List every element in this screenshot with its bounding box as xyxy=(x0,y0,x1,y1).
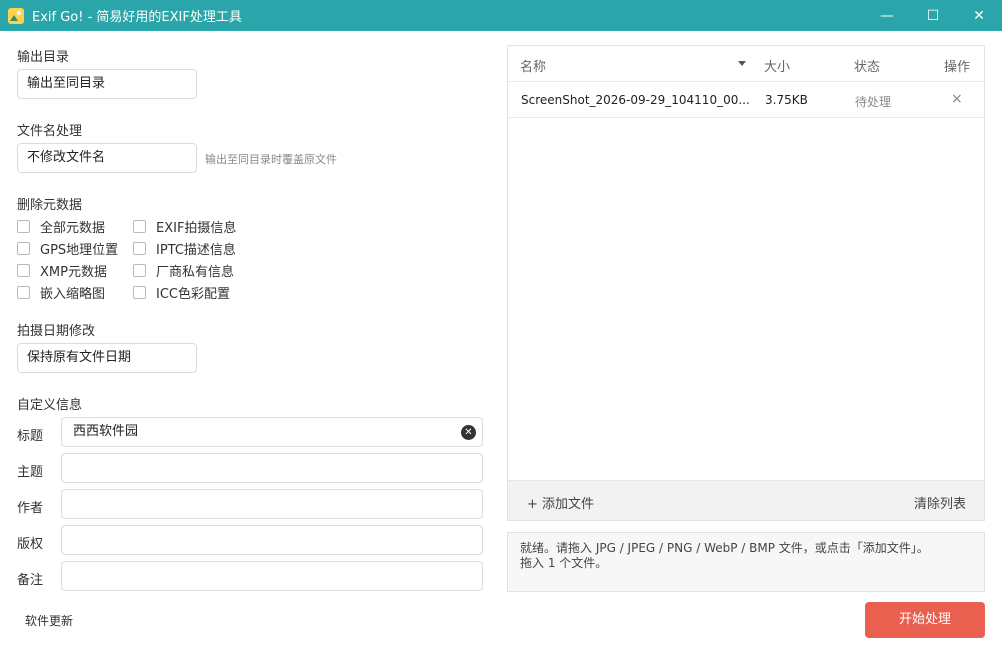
checkbox-iptc[interactable]: IPTC描述信息 xyxy=(133,239,236,258)
clear-list-button[interactable]: 清除列表 xyxy=(914,493,966,512)
copyright-input[interactable] xyxy=(61,525,483,555)
checkbox-label: 厂商私有信息 xyxy=(156,265,235,280)
checkbox-label: 嵌入缩略图 xyxy=(40,287,106,302)
author-input[interactable] xyxy=(61,489,483,519)
checkbox-label: EXIF拍摄信息 xyxy=(156,221,237,236)
window-controls: — ☐ ✕ xyxy=(864,0,1002,31)
checkbox-label: XMP元数据 xyxy=(40,265,107,280)
table-header: 名称 大小 状态 操作 xyxy=(508,46,984,82)
checkbox-thumbnail[interactable]: 嵌入缩略图 xyxy=(17,283,105,302)
remove-file-icon[interactable]: × xyxy=(951,91,963,107)
column-status-header[interactable]: 状态 xyxy=(854,56,880,75)
subject-input[interactable] xyxy=(61,453,483,483)
file-size-cell: 3.75KB xyxy=(765,93,808,107)
checkbox-icc[interactable]: ICC色彩配置 xyxy=(133,283,230,302)
notes-input[interactable] xyxy=(61,561,483,591)
checkbox-box[interactable] xyxy=(17,220,30,233)
file-name-cell: ScreenShot_2026-09-29_104110_00... xyxy=(521,93,750,107)
subject-field-label: 主题 xyxy=(17,465,44,480)
output-dir-select[interactable]: 输出至同目录 xyxy=(17,69,197,99)
copyright-field-label: 版权 xyxy=(17,537,44,552)
add-file-button[interactable]: + 添加文件 xyxy=(527,493,594,512)
column-action-header: 操作 xyxy=(944,60,971,75)
date-label: 拍摄日期修改 xyxy=(17,324,96,339)
author-field-label: 作者 xyxy=(17,501,44,516)
checkbox-box[interactable] xyxy=(133,264,146,277)
app-logo-icon xyxy=(8,7,24,24)
file-list-panel: 名称 大小 状态 操作 ScreenShot_2026-09-29_104110… xyxy=(507,45,985,521)
column-name-header[interactable]: 名称 xyxy=(520,56,546,75)
checkbox-box[interactable] xyxy=(133,242,146,255)
clear-icon[interactable]: ✕ xyxy=(461,425,476,440)
checkbox-label: IPTC描述信息 xyxy=(156,243,236,258)
checkbox-label: GPS地理位置 xyxy=(40,243,119,258)
title-bar: Exif Go! - 简易好用的EXIF处理工具 — ☐ ✕ xyxy=(0,0,1002,31)
checkbox-all-meta[interactable]: 全部元数据 xyxy=(17,217,105,236)
title-input-value: 西西软件园 xyxy=(73,424,139,439)
checkbox-label: ICC色彩配置 xyxy=(156,287,230,302)
checkbox-maker-notes[interactable]: 厂商私有信息 xyxy=(133,261,234,280)
checkbox-box[interactable] xyxy=(133,286,146,299)
checkbox-box[interactable] xyxy=(133,220,146,233)
table-row[interactable]: ScreenShot_2026-09-29_104110_00... 3.75K… xyxy=(508,82,984,118)
start-processing-button[interactable]: 开始处理 xyxy=(865,602,985,638)
filename-hint: 输出至同目录时覆盖原文件 xyxy=(205,153,337,166)
custom-info-label: 自定义信息 xyxy=(17,398,83,413)
table-footer: + 添加文件 清除列表 xyxy=(508,480,984,520)
maximize-button[interactable]: ☐ xyxy=(910,0,956,31)
checkbox-xmp[interactable]: XMP元数据 xyxy=(17,261,107,280)
remove-meta-label: 删除元数据 xyxy=(17,198,83,213)
close-button[interactable]: ✕ xyxy=(956,0,1002,31)
software-update-link[interactable]: 软件更新 xyxy=(25,612,73,629)
date-select[interactable]: 保持原有文件日期 xyxy=(17,343,197,373)
status-line-2: 拖入 1 个文件。 xyxy=(520,556,608,570)
filename-select[interactable]: 不修改文件名 xyxy=(17,143,197,173)
checkbox-exif[interactable]: EXIF拍摄信息 xyxy=(133,217,236,236)
checkbox-gps[interactable]: GPS地理位置 xyxy=(17,239,118,258)
checkbox-box[interactable] xyxy=(17,242,30,255)
checkbox-box[interactable] xyxy=(17,264,30,277)
checkbox-box[interactable] xyxy=(17,286,30,299)
sort-down-icon[interactable] xyxy=(738,61,746,66)
output-dir-label: 输出目录 xyxy=(17,50,70,65)
filename-label: 文件名处理 xyxy=(17,124,83,139)
column-size-header[interactable]: 大小 xyxy=(764,56,790,75)
checkbox-label: 全部元数据 xyxy=(40,221,106,236)
file-status-cell: 待处理 xyxy=(855,95,892,109)
title-field-label: 标题 xyxy=(17,429,44,444)
minimize-button[interactable]: — xyxy=(864,0,910,31)
window-title: Exif Go! - 简易好用的EXIF处理工具 xyxy=(32,10,242,25)
notes-field-label: 备注 xyxy=(17,573,44,588)
status-line-1: 就绪。请拖入 JPG / JPEG / PNG / WebP / BMP 文件，… xyxy=(520,541,929,555)
title-input[interactable]: 西西软件园 ✕ xyxy=(61,417,483,447)
status-log: 就绪。请拖入 JPG / JPEG / PNG / WebP / BMP 文件，… xyxy=(507,532,985,592)
